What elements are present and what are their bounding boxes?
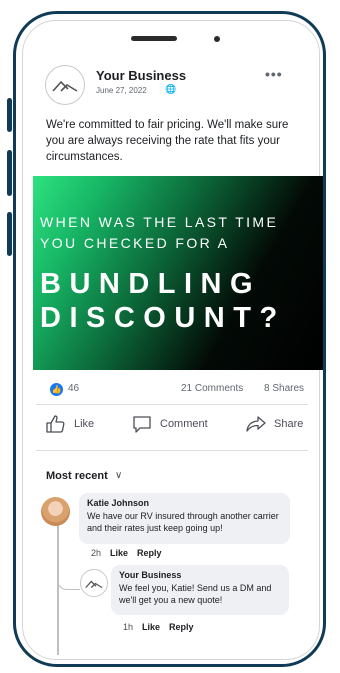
comments-count[interactable]: 21 Comments <box>181 383 243 394</box>
comment-bubble: Katie Johnson We have our RV insured thr… <box>79 493 290 544</box>
business-logo-icon[interactable] <box>80 569 108 597</box>
comment-sort-dropdown[interactable]: Most recent <box>46 470 108 482</box>
banner-line-2: YOU CHECKED FOR A <box>40 235 230 251</box>
comment-label: Comment <box>160 418 208 430</box>
more-options-icon[interactable]: ••• <box>265 66 283 82</box>
reactions-count[interactable]: 46 <box>68 383 79 394</box>
reply-like-link[interactable]: Like <box>142 622 160 632</box>
reply-author[interactable]: Your Business <box>119 570 281 580</box>
like-reaction-icon[interactable]: 👍 <box>50 383 63 396</box>
comment-button[interactable]: Comment <box>132 415 208 433</box>
phone-camera <box>214 36 220 42</box>
thread-connector <box>57 570 80 590</box>
post-author-name[interactable]: Your Business <box>96 68 186 83</box>
divider <box>36 450 308 451</box>
business-logo-icon[interactable] <box>45 65 85 105</box>
post-body-text: We're committed to fair pricing. We'll m… <box>46 119 289 163</box>
reply-time: 1h <box>123 622 134 632</box>
thread-line <box>57 525 59 655</box>
like-button[interactable]: Like <box>46 415 94 433</box>
share-arrow-icon <box>246 416 266 432</box>
shares-count[interactable]: 8 Shares <box>264 383 304 394</box>
post-date[interactable]: June 27, 2022 <box>96 86 147 95</box>
banner-headline-2: DISCOUNT? <box>40 302 286 334</box>
banner-headline-1: BUNDLING <box>40 268 262 300</box>
comment-author[interactable]: Katie Johnson <box>87 498 282 508</box>
comment-bubble-icon <box>133 416 151 433</box>
phone-side-button <box>7 98 12 132</box>
like-label: Like <box>74 418 95 430</box>
post-banner-image[interactable]: WHEN WAS THE LAST TIME YOU CHECKED FOR A… <box>33 176 323 370</box>
phone-speaker <box>131 36 177 41</box>
avatar[interactable] <box>41 497 70 526</box>
reply-meta: 1h Like Reply <box>123 622 194 632</box>
phone-volume-down-button <box>7 212 12 256</box>
share-label: Share <box>274 418 304 430</box>
phone-volume-up-button <box>7 150 12 196</box>
divider <box>36 404 308 405</box>
comment-reply-link[interactable]: Reply <box>137 548 162 558</box>
comment-like-link[interactable]: Like <box>110 548 128 558</box>
thumbs-up-icon <box>46 415 65 433</box>
comment-text: We have our RV insured through another c… <box>87 511 279 533</box>
comment-time: 2h <box>91 548 102 558</box>
reply-bubble: Your Business We feel you, Katie! Send u… <box>111 565 289 615</box>
globe-icon: 🌐 <box>165 84 177 94</box>
share-button[interactable]: Share <box>246 415 303 433</box>
comment-meta: 2h Like Reply <box>91 548 162 558</box>
banner-line-1: WHEN WAS THE LAST TIME <box>40 214 279 230</box>
reply-text: We feel you, Katie! Send us a DM and we'… <box>119 583 272 605</box>
reply-reply-link[interactable]: Reply <box>169 622 194 632</box>
chevron-down-icon[interactable]: ∨ <box>115 470 122 481</box>
